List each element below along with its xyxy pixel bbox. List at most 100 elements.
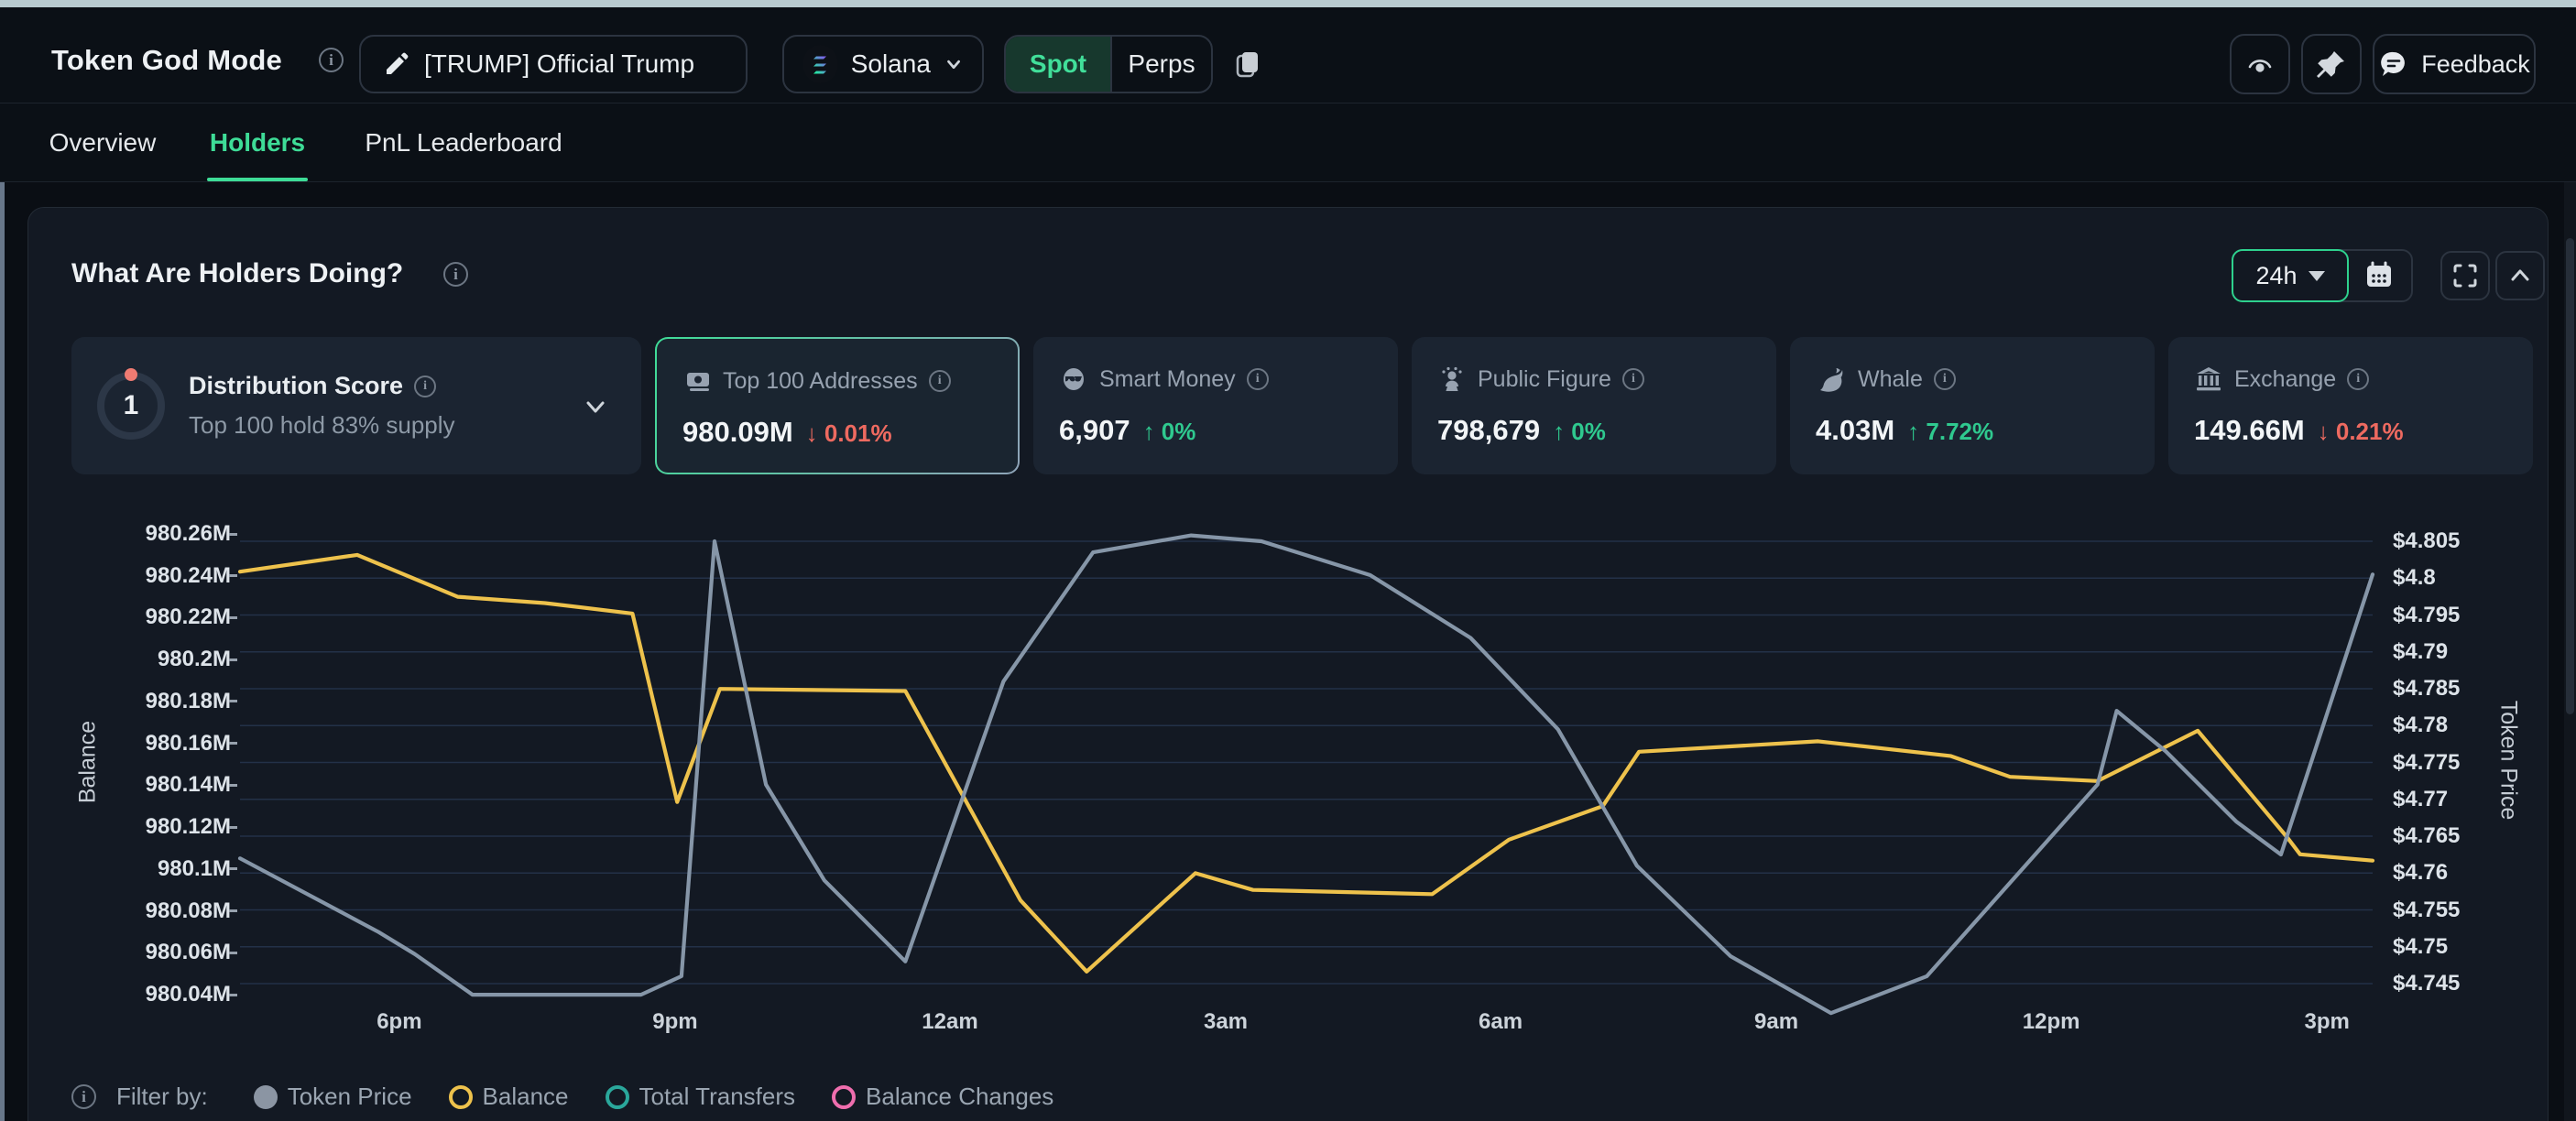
right-axis-tick: $4.765 xyxy=(2393,822,2460,850)
chevron-down-icon[interactable] xyxy=(581,392,610,421)
pin-button[interactable] xyxy=(2301,34,2362,94)
chat-icon xyxy=(2378,49,2409,80)
stat-card-top-100-addresses[interactable]: Top 100 Addressesi980.09M↓ 0.01% xyxy=(655,337,1020,474)
whale-icon xyxy=(1816,365,1847,394)
feedback-button[interactable]: Feedback xyxy=(2373,34,2536,94)
token-selector-button[interactable]: [TRUMP] Official Trump xyxy=(359,35,748,93)
card-value: 798,679 xyxy=(1437,414,1540,447)
smart-money-icon xyxy=(1059,365,1088,394)
left-axis-tick: 980.2M xyxy=(117,646,231,673)
card-delta: ↓ 0.21% xyxy=(2318,418,2404,446)
spot-perps-toggle: Spot Perps xyxy=(1004,35,1213,93)
right-axis-tick: $4.8 xyxy=(2393,564,2436,592)
tab-overview[interactable]: Overview xyxy=(43,103,162,181)
series-balance xyxy=(240,555,2373,972)
left-axis-tickmark xyxy=(229,574,237,577)
left-axis-title: Balance xyxy=(75,721,102,803)
eye-icon xyxy=(2243,48,2276,81)
tab-holders[interactable]: Holders xyxy=(207,103,308,181)
x-axis-tick-9am: 9am xyxy=(1754,1009,1798,1035)
cash-icon xyxy=(682,366,712,396)
perps-tab[interactable]: Perps xyxy=(1110,37,1211,92)
holders-chart[interactable] xyxy=(240,522,2373,1003)
right-axis-tick: $4.75 xyxy=(2393,933,2448,961)
score-dot xyxy=(125,368,137,381)
x-axis-tick-12am: 12am xyxy=(922,1009,977,1035)
panel-title-info-icon[interactable]: i xyxy=(443,262,468,287)
left-scrollbar[interactable] xyxy=(0,114,5,1121)
left-axis-tick: 980.16M xyxy=(117,730,231,757)
filter-option-total-transfers[interactable]: Total Transfers xyxy=(606,1083,796,1111)
copy-icon[interactable] xyxy=(1231,48,1264,81)
tab-pnl-leaderboard[interactable]: PnL Leaderboard xyxy=(355,103,572,181)
solana-icon xyxy=(802,45,838,83)
calendar-icon xyxy=(2363,260,2395,291)
card-title: Smart Money xyxy=(1099,366,1236,393)
filter-option-label: Balance xyxy=(483,1083,569,1111)
filter-label: Filter by: xyxy=(116,1083,208,1111)
fullscreen-button[interactable] xyxy=(2440,251,2490,300)
calendar-button[interactable] xyxy=(2347,251,2411,300)
card-subtitle: Top 100 hold 83% supply xyxy=(189,411,455,440)
filter-option-token-price[interactable]: Token Price xyxy=(254,1083,412,1111)
card-title: Whale xyxy=(1858,366,1923,393)
chevron-up-icon xyxy=(2506,262,2534,289)
info-icon[interactable]: i xyxy=(414,375,436,397)
filter-option-label: Token Price xyxy=(288,1083,412,1111)
card-value: 149.66M xyxy=(2194,414,2305,447)
collapse-button[interactable] xyxy=(2495,251,2545,300)
x-axis-tick-12pm: 12pm xyxy=(2023,1009,2080,1035)
left-axis-tick: 980.26M xyxy=(117,520,231,548)
filter-radio-ring[interactable] xyxy=(606,1085,629,1109)
filter-info-icon[interactable]: i xyxy=(71,1084,96,1109)
left-axis-tickmark xyxy=(229,952,237,954)
info-icon[interactable]: i xyxy=(2347,368,2369,390)
right-scrollbar-thumb[interactable] xyxy=(2566,238,2574,714)
pencil-icon xyxy=(383,50,410,78)
exchange-icon xyxy=(2194,365,2223,394)
tab-label: Holders xyxy=(210,128,305,158)
timeframe-dropdown[interactable]: 24h xyxy=(2232,249,2349,302)
right-axis-tick: $4.775 xyxy=(2393,749,2460,777)
app-title: Token God Mode xyxy=(51,44,282,77)
spot-tab[interactable]: Spot xyxy=(1006,37,1110,92)
chain-selector[interactable]: Solana xyxy=(782,35,984,93)
watch-button[interactable] xyxy=(2230,34,2290,94)
left-axis-tickmark xyxy=(229,909,237,912)
filter-radio-ring[interactable] xyxy=(832,1085,856,1109)
caret-down-icon xyxy=(2309,271,2325,281)
info-icon[interactable]: i xyxy=(1934,368,1956,390)
filter-radio-selected[interactable] xyxy=(449,1085,473,1109)
card-title: Exchange xyxy=(2234,366,2336,393)
right-axis-tick: $4.745 xyxy=(2393,970,2460,997)
window-top-strip xyxy=(0,0,2576,7)
public-figure-icon xyxy=(1437,365,1467,394)
filter-option-balance-changes[interactable]: Balance Changes xyxy=(832,1083,1053,1111)
left-axis-tickmark xyxy=(229,994,237,996)
tab-label: PnL Leaderboard xyxy=(365,128,562,158)
x-axis-tick-3am: 3am xyxy=(1204,1009,1248,1035)
left-axis-tick: 980.24M xyxy=(117,562,231,590)
chevron-down-icon xyxy=(944,53,964,75)
card-value: 980.09M xyxy=(682,416,793,449)
stat-card-public-figure[interactable]: Public Figurei798,679↑ 0% xyxy=(1412,337,1776,474)
chain-label: Solana xyxy=(851,49,931,79)
info-icon[interactable]: i xyxy=(1247,368,1269,390)
card-delta: ↑ 7.72% xyxy=(1907,418,1993,446)
right-axis-tick: $4.76 xyxy=(2393,859,2448,887)
stat-card-exchange[interactable]: Exchange i 149.66M ↓ 0.21% xyxy=(2168,337,2533,474)
stat-card-smart-money[interactable]: Smart Moneyi6,907↑ 0% xyxy=(1033,337,1398,474)
filter-option-balance[interactable]: Balance xyxy=(449,1083,569,1111)
title-info-icon[interactable]: i xyxy=(319,48,344,72)
right-axis-tick: $4.795 xyxy=(2393,602,2460,629)
info-icon[interactable]: i xyxy=(1622,368,1644,390)
right-axis-title: Token Price xyxy=(2495,701,2522,821)
fullscreen-icon xyxy=(2451,262,2479,289)
info-icon[interactable]: i xyxy=(929,370,951,392)
stat-card-whale[interactable]: Whalei4.03M↑ 7.72% xyxy=(1790,337,2155,474)
tab-label: Overview xyxy=(49,128,157,158)
distribution-score-card[interactable]: 1Distribution ScoreiTop 100 hold 83% sup… xyxy=(71,337,641,474)
right-axis-tick: $4.805 xyxy=(2393,528,2460,555)
filter-radio-filled[interactable] xyxy=(254,1085,278,1109)
left-axis-tickmark xyxy=(229,533,237,536)
